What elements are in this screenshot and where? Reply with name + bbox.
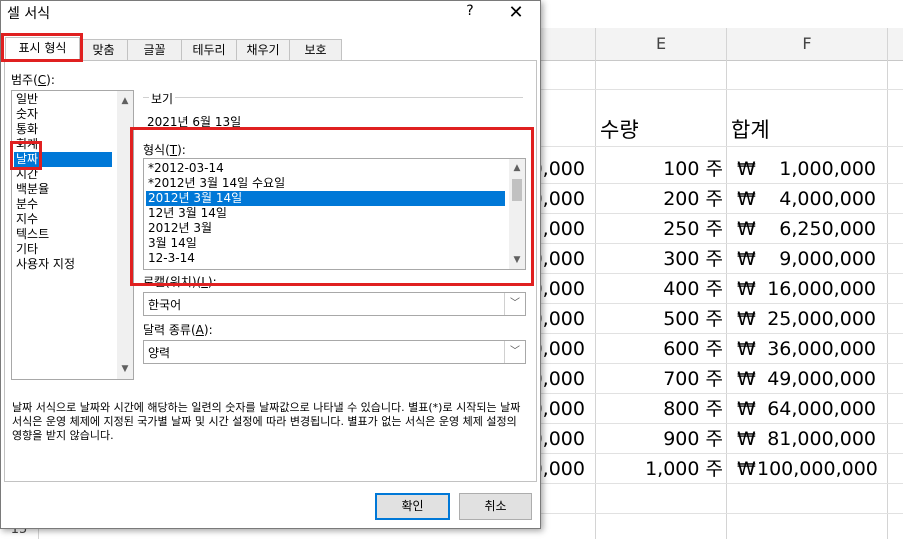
category-item[interactable]: 지수: [14, 212, 38, 227]
cell-total[interactable]: 25,000,000: [757, 304, 876, 334]
category-item[interactable]: 회계: [14, 137, 38, 152]
chevron-up-icon[interactable]: ▲: [117, 93, 133, 109]
cell-total[interactable]: 16,000,000: [757, 274, 876, 304]
column-header-e[interactable]: E: [596, 28, 726, 60]
locale-dropdown[interactable]: 한국어 ﹀: [143, 292, 526, 316]
tab-number[interactable]: 표시 형식: [5, 37, 80, 61]
format-item[interactable]: *2012-03-14: [146, 161, 224, 176]
cell-total[interactable]: 81,000,000: [757, 424, 876, 454]
category-label: 범주(C):: [11, 73, 55, 87]
category-scrollbar[interactable]: ▲ ▼: [117, 91, 133, 379]
category-item[interactable]: 텍스트: [14, 227, 49, 242]
cell-currency[interactable]: ₩: [737, 424, 757, 454]
category-item[interactable]: 사용자 지정: [14, 257, 75, 272]
calendar-value: 양력: [148, 346, 171, 360]
help-button[interactable]: ?: [459, 3, 481, 23]
close-icon[interactable]: ✕: [503, 1, 529, 25]
format-item[interactable]: 3월 14일: [146, 236, 197, 251]
cell-currency[interactable]: ₩: [737, 244, 757, 274]
header-total[interactable]: 합계: [731, 114, 770, 146]
cell-total[interactable]: 49,000,000: [757, 364, 876, 394]
cell-quantity[interactable]: 100 주: [597, 154, 723, 184]
cell-quantity[interactable]: 200 주: [597, 184, 723, 214]
category-list[interactable]: ▲ ▼ 일반 숫자 통화 회계 날짜 시간 백분율 분수 지수 텍스트 기타 사용자 지정: [11, 90, 134, 380]
cell-currency[interactable]: ₩: [737, 154, 757, 184]
cell-total[interactable]: 1,000,000: [757, 154, 876, 184]
locale-label: 로캘(위치)(L):: [143, 275, 217, 289]
cell-currency[interactable]: ₩: [737, 394, 757, 424]
format-item[interactable]: 12-3-14: [146, 251, 195, 266]
format-scrollbar[interactable]: ▲ ▼: [509, 159, 525, 269]
cell-currency[interactable]: ₩: [737, 184, 757, 214]
format-label: 형식(T):: [143, 143, 186, 157]
cancel-button[interactable]: 취소: [459, 493, 532, 520]
category-item[interactable]: 날짜: [14, 152, 112, 167]
category-item[interactable]: 일반: [14, 92, 38, 107]
cell-total[interactable]: 36,000,000: [757, 334, 876, 364]
sample-value: 2021년 6월 13일: [147, 115, 242, 129]
tab-protection[interactable]: 보호: [289, 39, 342, 61]
chevron-down-icon[interactable]: ﹀: [504, 293, 525, 315]
category-item[interactable]: 숫자: [14, 107, 38, 122]
cell-quantity[interactable]: 800 주: [597, 394, 723, 424]
locale-value: 한국어: [148, 298, 182, 312]
tab-fill[interactable]: 채우기: [236, 39, 290, 61]
cell-currency[interactable]: ₩: [737, 364, 757, 394]
calendar-label: 달력 종류(A):: [143, 323, 213, 337]
cell-total[interactable]: 6,250,000: [757, 214, 876, 244]
header-quantity[interactable]: 수량: [600, 114, 639, 146]
chevron-down-icon[interactable]: ﹀: [504, 341, 525, 363]
calendar-dropdown[interactable]: 양력 ﹀: [143, 340, 526, 364]
cell-quantity[interactable]: 900 주: [597, 424, 723, 454]
category-item[interactable]: 기타: [14, 242, 38, 257]
format-list[interactable]: ▲ ▼ *2012-03-14 *2012년 3월 14일 수요일 2012년 3월…: [143, 158, 526, 270]
cell-quantity[interactable]: 600 주: [597, 334, 723, 364]
scroll-thumb[interactable]: [512, 179, 522, 201]
cell-currency[interactable]: ₩: [737, 334, 757, 364]
cell-total[interactable]: 64,000,000: [757, 394, 876, 424]
cell-currency[interactable]: ₩: [737, 454, 757, 484]
cell-quantity[interactable]: 300 주: [597, 244, 723, 274]
format-description: 날짜 서식으로 날짜와 시간에 해당하는 일련의 숫자를 날짜값으로 나타낼 수…: [12, 401, 521, 442]
cell-quantity[interactable]: 500 주: [597, 304, 723, 334]
cell-currency[interactable]: ₩: [737, 304, 757, 334]
column-header-f[interactable]: F: [727, 28, 887, 60]
cell-quantity[interactable]: 250 주: [597, 214, 723, 244]
category-item[interactable]: 시간: [14, 167, 38, 182]
category-item[interactable]: 백분율: [14, 182, 49, 197]
cell-currency[interactable]: ₩: [737, 274, 757, 304]
chevron-down-icon[interactable]: ▼: [117, 361, 133, 377]
tab-font[interactable]: 글꼴: [127, 39, 182, 61]
format-item[interactable]: 12년 3월 14일: [146, 206, 227, 221]
ok-button[interactable]: 확인: [375, 493, 450, 520]
tab-alignment[interactable]: 맞춤: [79, 39, 128, 61]
cell-quantity[interactable]: 1,000 주: [597, 454, 723, 484]
cell-total[interactable]: 4,000,000: [757, 184, 876, 214]
format-item[interactable]: *2012년 3월 14일 수요일: [146, 176, 285, 191]
chevron-up-icon[interactable]: ▲: [509, 160, 525, 176]
tab-border[interactable]: 테두리: [181, 39, 237, 61]
sample-label: 보기: [149, 90, 176, 107]
cell-quantity[interactable]: 700 주: [597, 364, 723, 394]
cell-total[interactable]: 9,000,000: [757, 244, 876, 274]
format-item[interactable]: 2012년 3월: [146, 221, 212, 236]
cell-quantity[interactable]: 400 주: [597, 274, 723, 304]
category-item[interactable]: 분수: [14, 197, 38, 212]
format-item[interactable]: 2012년 3월 14일: [146, 191, 505, 206]
chevron-down-icon[interactable]: ▼: [509, 252, 525, 268]
format-cells-dialog: 셀 서식 ? ✕ 표시 형식 맞춤 글꼴 테두리 채우기 보호 범주(C): ▲…: [0, 0, 541, 529]
category-item[interactable]: 통화: [14, 122, 38, 137]
cell-currency[interactable]: ₩: [737, 214, 757, 244]
dialog-title: 셀 서식: [7, 6, 51, 22]
cell-total[interactable]: 100,000,000: [757, 454, 878, 484]
